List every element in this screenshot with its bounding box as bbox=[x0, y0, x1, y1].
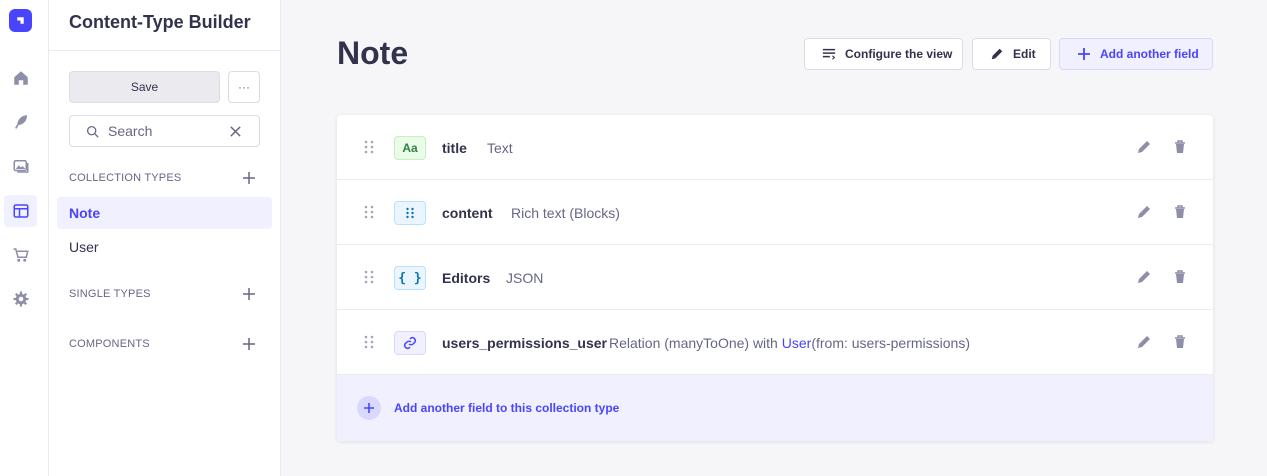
edit-field-pencil-icon[interactable] bbox=[1136, 334, 1152, 350]
field-name: Editors bbox=[442, 270, 491, 286]
drag-handle-icon[interactable] bbox=[363, 270, 375, 284]
relation-target-link[interactable]: User bbox=[782, 335, 812, 351]
configure-view-button[interactable]: Configure the view bbox=[804, 38, 963, 70]
add-collection-type-icon[interactable] bbox=[242, 171, 256, 185]
relation-field-icon bbox=[394, 331, 426, 355]
main-nav-rail bbox=[0, 0, 49, 476]
edit-field-pencil-icon[interactable] bbox=[1136, 139, 1152, 155]
relation-source-text: (from: users-permissions) bbox=[811, 335, 971, 351]
add-component-icon[interactable] bbox=[242, 337, 256, 351]
field-row-users-permissions-user: users_permissions_user Relation (manyToO… bbox=[337, 310, 1213, 375]
fields-list: Aa title Text content Rich text (Blocks)… bbox=[337, 115, 1213, 441]
search-box bbox=[69, 115, 260, 147]
sidebar-item-user[interactable]: User bbox=[57, 231, 272, 263]
configure-view-label: Configure the view bbox=[845, 47, 953, 61]
search-input[interactable] bbox=[108, 123, 218, 139]
content-type-builder-icon[interactable] bbox=[4, 195, 37, 227]
sidebar-title: Content-Type Builder bbox=[69, 12, 251, 32]
edit-field-pencil-icon[interactable] bbox=[1136, 269, 1152, 285]
feather-icon[interactable] bbox=[4, 106, 37, 138]
json-field-icon: { } bbox=[394, 266, 426, 290]
text-field-icon: Aa bbox=[394, 136, 426, 160]
content-type-sidebar: Content-Type Builder Save ··· COLLECTION… bbox=[49, 0, 281, 476]
field-name: title bbox=[442, 140, 467, 156]
edit-button[interactable]: Edit bbox=[972, 38, 1051, 70]
save-button[interactable]: Save bbox=[69, 71, 220, 103]
field-type: Relation (manyToOne) with User(from: use… bbox=[609, 335, 970, 351]
components-heading: COMPONENTS bbox=[69, 338, 150, 350]
relation-type-text: Relation (manyToOne) with bbox=[609, 335, 782, 351]
home-icon[interactable] bbox=[4, 62, 37, 94]
list-settings-icon bbox=[822, 48, 836, 60]
edit-field-pencil-icon[interactable] bbox=[1136, 204, 1152, 220]
search-icon bbox=[86, 125, 99, 138]
single-types-heading: SINGLE TYPES bbox=[69, 288, 151, 300]
edit-label: Edit bbox=[1013, 47, 1036, 61]
drag-handle-icon[interactable] bbox=[363, 335, 375, 349]
add-another-field-button[interactable]: Add another field bbox=[1059, 38, 1213, 70]
field-row-editors: { } Editors JSON bbox=[337, 245, 1213, 310]
cart-icon[interactable] bbox=[4, 239, 37, 271]
collection-types-heading: COLLECTION TYPES bbox=[69, 172, 182, 184]
drag-handle-icon[interactable] bbox=[363, 140, 375, 154]
field-type: JSON bbox=[506, 270, 544, 286]
pencil-icon bbox=[991, 48, 1003, 60]
field-row-content: content Rich text (Blocks) bbox=[337, 180, 1213, 245]
field-type: Rich text (Blocks) bbox=[511, 205, 620, 221]
drag-handle-icon[interactable] bbox=[363, 205, 375, 219]
field-name: users_permissions_user bbox=[442, 335, 607, 351]
more-actions-button[interactable]: ··· bbox=[228, 71, 260, 103]
add-field-to-collection-label: Add another field to this collection typ… bbox=[394, 401, 620, 415]
add-single-type-icon[interactable] bbox=[242, 287, 256, 301]
field-type: Text bbox=[487, 140, 513, 156]
field-name: content bbox=[442, 205, 493, 221]
strapi-logo-icon[interactable] bbox=[9, 9, 32, 32]
add-field-to-collection-row[interactable]: Add another field to this collection typ… bbox=[337, 375, 1213, 441]
add-circle-icon bbox=[357, 396, 381, 420]
delete-field-trash-icon[interactable] bbox=[1172, 334, 1188, 350]
add-another-field-label: Add another field bbox=[1100, 47, 1199, 61]
page-title: Note bbox=[337, 35, 409, 71]
sidebar-item-note[interactable]: Note bbox=[57, 197, 272, 229]
settings-gear-icon[interactable] bbox=[4, 283, 37, 315]
media-library-icon[interactable] bbox=[4, 150, 37, 182]
delete-field-trash-icon[interactable] bbox=[1172, 139, 1188, 155]
delete-field-trash-icon[interactable] bbox=[1172, 204, 1188, 220]
delete-field-trash-icon[interactable] bbox=[1172, 269, 1188, 285]
plus-icon bbox=[1078, 48, 1090, 60]
sidebar-divider bbox=[49, 50, 281, 51]
clear-search-icon[interactable] bbox=[229, 125, 242, 138]
field-row-title: Aa title Text bbox=[337, 115, 1213, 180]
blocks-field-icon bbox=[394, 201, 426, 225]
